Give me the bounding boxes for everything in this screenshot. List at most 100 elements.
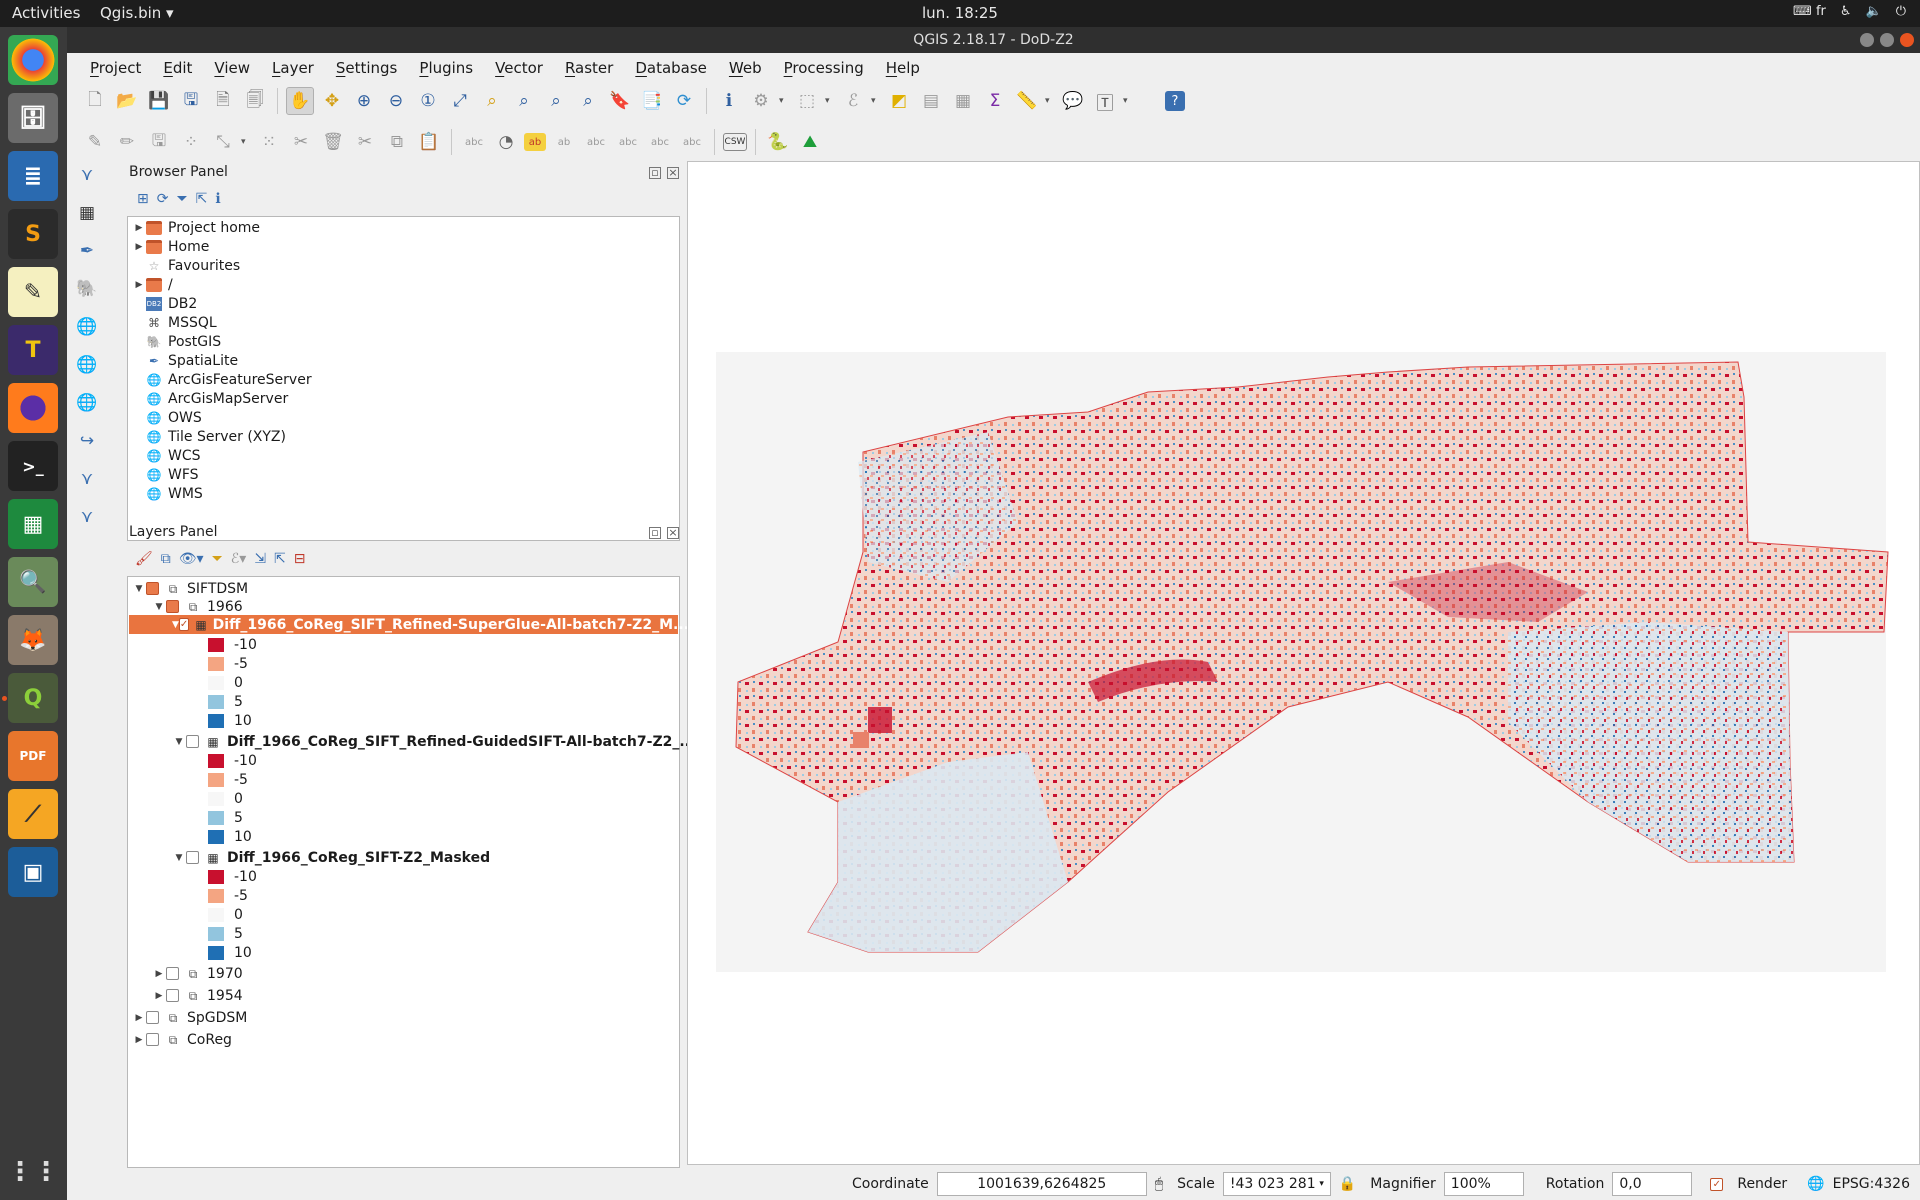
chevron-down-icon[interactable]: ▾ [241, 137, 251, 147]
move-feature-icon[interactable]: ⤡ [209, 128, 237, 156]
menu-plugins[interactable]: Plugins [408, 59, 484, 77]
run-action-icon[interactable]: ⚙ [747, 87, 775, 115]
panel-close-button[interactable]: × [667, 527, 679, 539]
filter-icon[interactable]: ⏷ [176, 191, 187, 207]
browser-item[interactable]: 🐘 PostGIS [132, 332, 222, 351]
properties-icon[interactable]: ℹ [215, 191, 220, 207]
current-edits-icon[interactable]: ✎ [81, 128, 109, 156]
browser-item[interactable]: 🌐 OWS [132, 408, 202, 427]
browser-item[interactable]: 🌐 WCS [132, 446, 201, 465]
layer-group-1954[interactable]: ▶ ⧉ 1954 [152, 986, 243, 1005]
terminal-icon[interactable]: >_ [8, 441, 58, 491]
highlight-pinned-labels-icon[interactable]: ab [524, 133, 546, 151]
lock-scale-icon[interactable]: 🔒 [1339, 1176, 1356, 1192]
crs-globe-icon[interactable]: 🌐 [1807, 1176, 1824, 1192]
panel-close-button[interactable]: × [667, 167, 679, 179]
texmaker-icon[interactable]: T [8, 325, 58, 375]
new-spatialite-icon[interactable]: ⋎ [73, 465, 101, 493]
composer-manager-icon[interactable]: 🗐 [241, 87, 269, 115]
browser-item[interactable]: 🌐 ArcGisMapServer [132, 389, 289, 408]
activities-button[interactable]: Activities [12, 4, 80, 22]
save-as-icon[interactable]: 🖫 [177, 87, 205, 115]
zoom-full-icon[interactable]: ⤢ [446, 87, 474, 115]
profile-tool-icon[interactable]: ⛰ [796, 128, 824, 156]
zoom-in-icon[interactable]: ⊕ [350, 87, 378, 115]
refresh-icon[interactable]: ⟳ [157, 191, 169, 207]
image-viewer-icon[interactable]: 🔍 [8, 557, 58, 607]
browser-item[interactable]: ▶ / [132, 275, 173, 294]
layer-checkbox[interactable] [186, 851, 199, 864]
menu-raster[interactable]: Raster [554, 59, 624, 77]
layer-group-1970[interactable]: ▶ ⧉ 1970 [152, 964, 243, 983]
menu-help[interactable]: Help [875, 59, 931, 77]
keyboard-layout[interactable]: ⌨ fr [1793, 4, 1826, 19]
add-wfs-layer-icon[interactable]: 🌐 [73, 389, 101, 417]
layer-checkbox[interactable] [186, 735, 199, 748]
layer-group-1966[interactable]: ▼ ⧉ 1966 [152, 597, 243, 616]
manage-visibility-icon[interactable]: 👁▾ [179, 551, 204, 567]
pan-map-icon[interactable]: ✋ [286, 87, 314, 115]
menu-edit[interactable]: Edit [152, 59, 203, 77]
minimize-button[interactable] [1860, 33, 1874, 47]
gimp-icon[interactable]: 🦊 [8, 615, 58, 665]
new-bookmark-icon[interactable]: 🔖 [606, 87, 634, 115]
field-calculator-icon[interactable]: ▦ [949, 87, 977, 115]
layer-styling-icon[interactable]: 🖌 [135, 551, 153, 567]
chevron-down-icon[interactable]: ▾ [1045, 96, 1055, 106]
pin-labels-icon[interactable]: ab [550, 128, 578, 156]
files-icon[interactable]: 🗄 [8, 93, 58, 143]
layer-row[interactable]: ▼ ▦ Diff_1966_CoReg_SIFT-Z2_Masked [172, 848, 491, 867]
open-project-icon[interactable]: 📂 [113, 87, 141, 115]
menu-layer[interactable]: Layer [261, 59, 325, 77]
group-checkbox[interactable] [166, 967, 179, 980]
copy-features-icon[interactable]: ⧉ [383, 128, 411, 156]
scale-combobox[interactable]: !43 023 281 ▾ [1222, 1172, 1331, 1196]
show-bookmarks-icon[interactable]: 📑 [638, 87, 666, 115]
pdf-tool-icon[interactable]: PDF [8, 731, 58, 781]
attribute-table-icon[interactable]: ▤ [917, 87, 945, 115]
menu-web[interactable]: Web [718, 59, 773, 77]
virtualbox-icon[interactable]: ▣ [8, 847, 58, 897]
identify-features-icon[interactable]: ℹ [715, 87, 743, 115]
new-shapefile-icon[interactable]: ↪ [73, 427, 101, 455]
browser-item[interactable]: ▶ Project home [132, 218, 261, 237]
map-tips-icon[interactable]: 💬 [1059, 87, 1087, 115]
filter-legend-icon[interactable]: ⏷ [212, 551, 223, 567]
browser-item[interactable]: ✒ SpatiaLite [132, 351, 238, 370]
app-64-icon[interactable]: ⟋ [8, 789, 58, 839]
deselect-all-icon[interactable]: ◩ [885, 87, 913, 115]
show-hide-labels-icon[interactable]: abc [582, 128, 610, 156]
crs-status-button[interactable]: EPSG:4326 [1833, 1176, 1910, 1192]
magnifier-spinbox[interactable]: 100% [1443, 1172, 1524, 1196]
text-annotation-icon[interactable]: 🅃 [1091, 87, 1119, 115]
select-by-expression-icon[interactable]: ℰ [839, 87, 867, 115]
collapse-all-icon[interactable]: ⇱ [196, 191, 208, 207]
accessibility-icon[interactable]: ♿ [1840, 4, 1852, 19]
browser-item[interactable]: ☆ Favourites [132, 256, 241, 275]
browser-item[interactable]: ⌘ MSSQL [132, 313, 217, 332]
browser-item[interactable]: DB2 DB2 [132, 294, 197, 313]
toggle-extents-icon[interactable]: 🖱 [1155, 1176, 1163, 1192]
rotate-label-icon[interactable]: abc [646, 128, 674, 156]
trash-icon[interactable]: 🗑 [319, 128, 347, 156]
group-checkbox[interactable] [166, 989, 179, 1002]
move-label-icon[interactable]: abc [614, 128, 642, 156]
layer-row[interactable]: ▼ ▦ Diff_1966_CoReg_SIFT_Refined-GuidedSIF… [172, 732, 696, 751]
group-checkbox[interactable] [146, 1011, 159, 1024]
new-project-icon[interactable]: 🗋 [81, 87, 109, 115]
firefox-icon[interactable] [8, 383, 58, 433]
add-selected-layers-icon[interactable]: ⊞ [137, 191, 149, 207]
zoom-native-icon[interactable]: ① [414, 87, 442, 115]
chevron-down-icon[interactable]: ▾ [825, 96, 835, 106]
rotation-spinbox[interactable]: 0,0 [1612, 1172, 1693, 1196]
app-menu[interactable]: Qgis.bin ▾ [100, 4, 174, 22]
expand-all-icon[interactable]: ⇲ [254, 551, 266, 567]
chevron-down-icon[interactable]: ▾ [1123, 96, 1133, 106]
show-applications-icon[interactable]: ⋮⋮ [7, 1147, 59, 1197]
calc-icon[interactable]: ▦ [8, 499, 58, 549]
node-tool-icon[interactable]: ⁙ [255, 128, 283, 156]
text-editor-icon[interactable]: ✎ [8, 267, 58, 317]
browser-item[interactable]: ▶ Home [132, 237, 210, 256]
remove-layer-icon[interactable]: ⊟ [294, 551, 306, 567]
add-wms-layer-icon[interactable]: 🌐 [73, 313, 101, 341]
